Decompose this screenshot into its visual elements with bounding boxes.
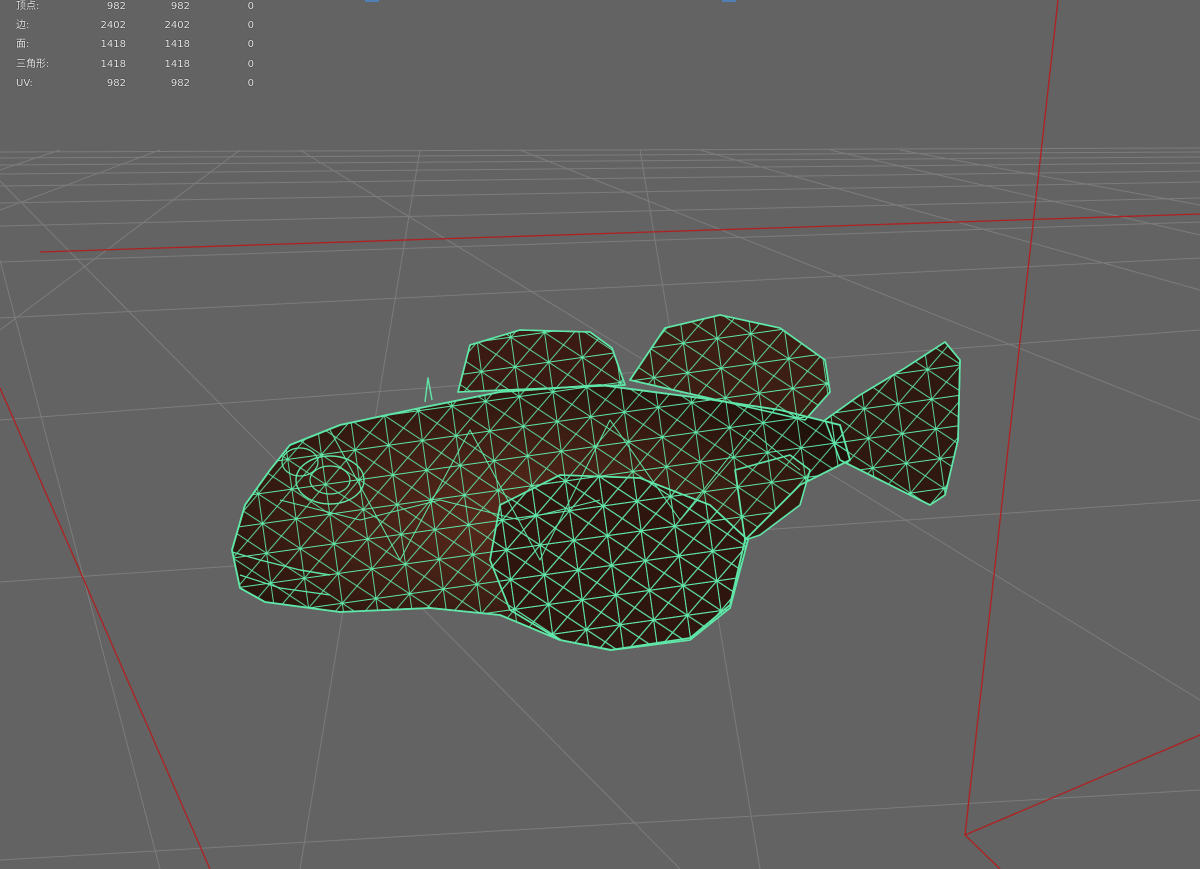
hud-value: 2402	[164, 20, 190, 32]
fin-spine	[424, 377, 433, 403]
hud-value: 982	[106, 1, 126, 12]
hud-value: 1418	[164, 39, 190, 51]
hud-value: 982	[170, 1, 190, 12]
hud-label: UV:	[16, 77, 33, 89]
hud-label: 顶点:	[16, 1, 40, 12]
hud-value: 2402	[100, 20, 126, 32]
hud-value: 0	[247, 39, 254, 51]
hud-value: 0	[247, 20, 254, 32]
hud-label: 面:	[16, 39, 30, 51]
hud-value: 0	[247, 77, 254, 89]
viewport-scene[interactable]	[0, 0, 1200, 869]
hud-value: 0	[247, 58, 254, 70]
hud-value: 0	[247, 1, 254, 12]
hud-label: 边:	[16, 20, 30, 32]
hud-value: 1418	[100, 39, 126, 51]
hud-value: 1418	[100, 58, 126, 70]
hud-value: 982	[170, 77, 190, 89]
3d-viewport[interactable]: 顶点: 982 982 0 边: 2402 2402 0 面: 1418 141…	[0, 0, 1200, 869]
hud-value: 1418	[164, 58, 190, 70]
hud-value: 982	[106, 77, 126, 89]
hud-label: 三角形:	[16, 58, 50, 70]
fish-mesh	[231, 314, 961, 651]
